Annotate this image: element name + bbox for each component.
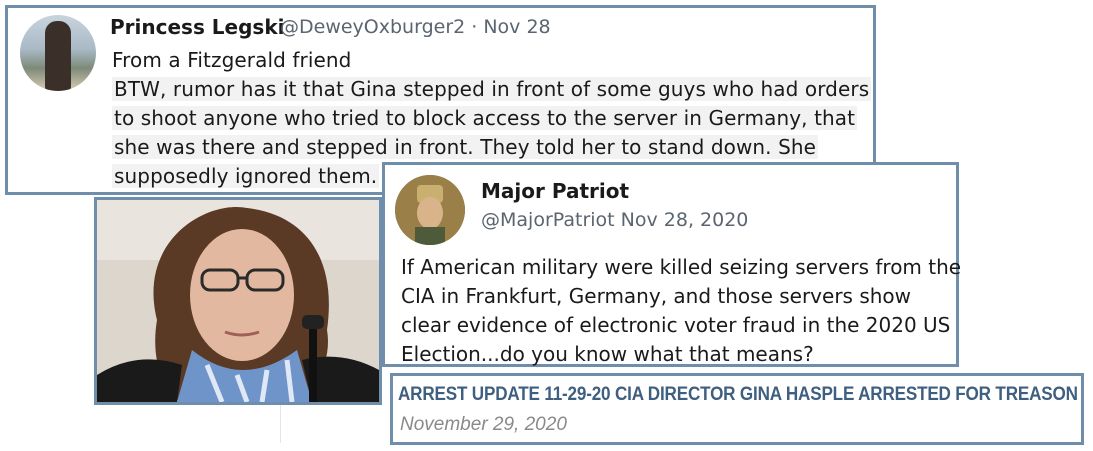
tweet-text-line: If American military were killed seizing… (401, 255, 962, 279)
tweet-text-line: BTW, rumor has it that Gina stepped in f… (112, 77, 872, 101)
avatar-illustration (395, 175, 465, 245)
tweet-card-major-patriot: Major Patriot @MajorPatriot Nov 28, 2020… (382, 162, 962, 367)
article-headline[interactable]: ARREST UPDATE 11-29-20 CIA DIRECTOR GINA… (398, 384, 1078, 406)
tweet-text-line: clear evidence of electronic voter fraud… (401, 313, 951, 337)
tweet-text-line: Election...do you know what that means? (401, 342, 814, 366)
tweet-text-line: supposedly ignored them. (112, 164, 380, 188)
tweet-text-line: From a Fitzgerald friend (112, 48, 352, 72)
tweet-display-name[interactable]: Princess Legski (110, 15, 285, 39)
tweet-text-line: CIA in Frankfurt, Germany, and those ser… (401, 284, 912, 308)
tweet-display-name[interactable]: Major Patriot (481, 179, 629, 203)
tweet-text-line: she was there and stepped in front. They… (112, 135, 819, 159)
article-date: November 29, 2020 (400, 414, 567, 435)
avatar[interactable] (395, 175, 465, 245)
tweet-text-highlight: to shoot anyone who tried to block acces… (112, 106, 858, 130)
tweet-handle-date[interactable]: @DeweyOxburger2 · Nov 28 (280, 16, 551, 38)
tweet-text-highlight: BTW, rumor has it that Gina stepped in f… (112, 77, 872, 101)
portrait-illustration (97, 200, 379, 402)
tweet-handle-date[interactable]: @MajorPatriot Nov 28, 2020 (481, 209, 748, 231)
tweet-text-highlight: she was there and stepped in front. They… (112, 135, 819, 159)
portrait-photo (94, 197, 382, 405)
avatar[interactable] (20, 15, 96, 91)
divider (280, 405, 281, 443)
avatar-figure (45, 21, 71, 91)
tweet-text-line: to shoot anyone who tried to block acces… (112, 106, 858, 130)
article-headline-card: ARREST UPDATE 11-29-20 CIA DIRECTOR GINA… (390, 373, 1084, 445)
tweet-text-highlight: supposedly ignored them. (112, 164, 380, 188)
